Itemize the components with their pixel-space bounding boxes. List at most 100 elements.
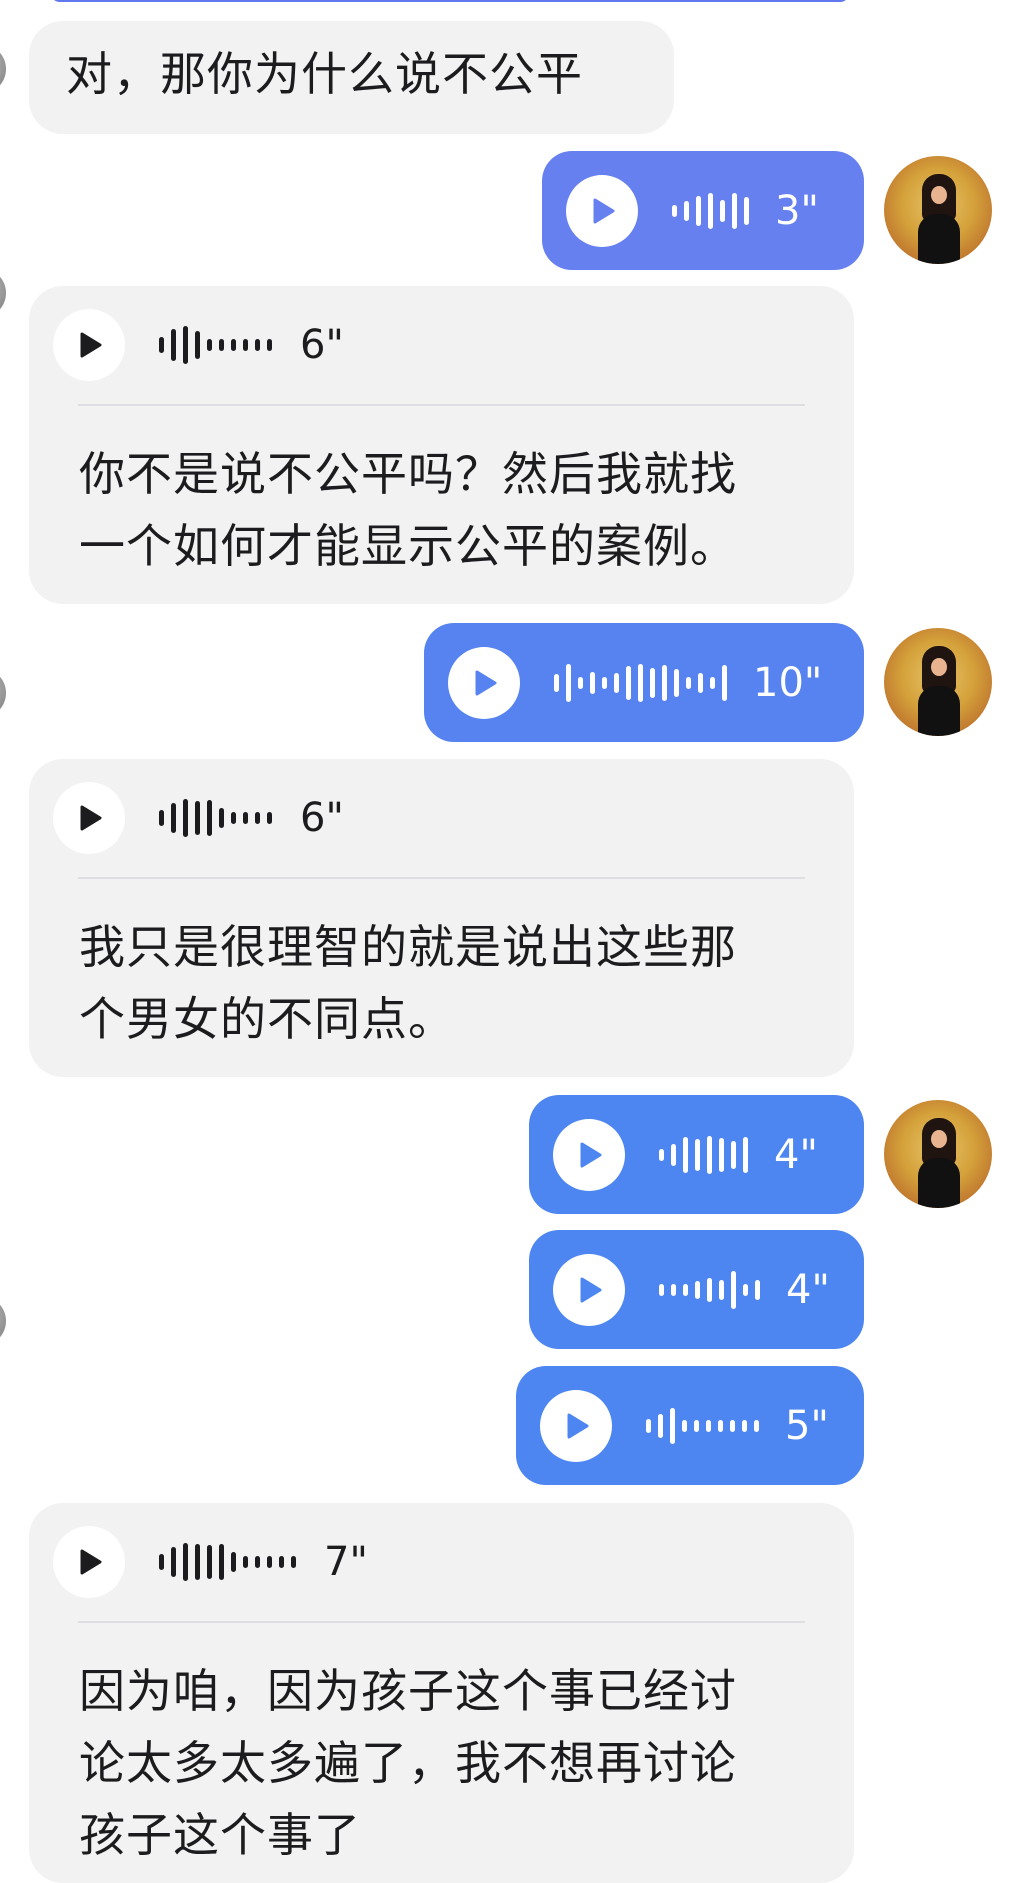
voice-duration: 7"	[324, 1539, 368, 1585]
waveform	[646, 1406, 759, 1446]
voice-duration: 3"	[775, 187, 819, 234]
waveform-bar	[159, 810, 164, 826]
my-avatar[interactable]	[884, 628, 992, 736]
waveform-bar	[207, 339, 212, 351]
transcript-line: 孩子这个事了	[79, 1808, 361, 1862]
play-button[interactable]	[540, 1389, 612, 1462]
waveform-bar	[566, 663, 571, 702]
play-icon	[593, 198, 615, 223]
play-button[interactable]	[553, 1118, 625, 1191]
previous-outgoing-bubble[interactable]	[50, 0, 850, 2]
play-button[interactable]	[53, 782, 125, 854]
waveform-bar	[719, 1279, 724, 1300]
voice-message: 3"	[566, 174, 819, 247]
my-avatar[interactable]	[884, 156, 992, 264]
waveform-bar	[195, 1544, 200, 1580]
incoming-voice-bubble[interactable]: 6" 我只是很理智的就是说出这些那 个男女的不同点。	[29, 759, 854, 1077]
waveform-bar	[694, 1419, 699, 1432]
waveform-bar	[159, 337, 164, 353]
transcript-line: 论太多太多遍了，我不想再讨论	[79, 1736, 737, 1790]
voice-transcript[interactable]: 因为咱，因为孩子这个事已经讨 论太多太多遍了，我不想再讨论 孩子这个事了	[79, 1655, 824, 1871]
waveform-bar	[671, 1143, 676, 1166]
waveform-bar	[195, 331, 200, 359]
voice-message: 6"	[53, 309, 344, 381]
voice-transcript[interactable]: 我只是很理智的就是说出这些那 个男女的不同点。	[79, 911, 824, 1055]
outgoing-voice-bubble[interactable]: 4"	[529, 1095, 864, 1214]
waveform-bar	[159, 1554, 164, 1570]
play-icon	[567, 1413, 589, 1438]
transcript-line: 你不是说不公平吗？然后我就找	[79, 447, 737, 501]
voice-message: 7"	[53, 1526, 368, 1598]
play-button[interactable]	[566, 174, 638, 247]
voice-duration: 5"	[785, 1402, 829, 1449]
voice-duration: 6"	[300, 322, 344, 368]
waveform-bar	[718, 1419, 723, 1432]
contact-avatar[interactable]	[0, 268, 6, 318]
waveform-bar	[696, 195, 701, 226]
outgoing-voice-bubble[interactable]: 5"	[516, 1366, 864, 1485]
transcript-line: 一个如何才能显示公平的案例。	[79, 519, 737, 573]
waveform-bar	[743, 1283, 748, 1296]
voice-duration: 4"	[786, 1266, 830, 1313]
waveform-bar	[255, 812, 260, 824]
voice-duration: 4"	[774, 1131, 818, 1178]
waveform-bar	[719, 1137, 724, 1172]
waveform-bar	[207, 1545, 212, 1579]
play-icon	[580, 1142, 602, 1167]
waveform-bar	[755, 1279, 760, 1300]
message-text: 对，那你为什么说不公平	[66, 47, 583, 101]
waveform-bar	[646, 1418, 651, 1433]
waveform-bar	[267, 1556, 272, 1568]
waveform-bar	[682, 1419, 687, 1432]
waveform-bar	[255, 1556, 260, 1568]
waveform-bar	[267, 339, 272, 351]
play-button[interactable]	[53, 1526, 125, 1598]
transcript-line: 我只是很理智的就是说出这些那	[79, 920, 737, 974]
transcript-divider	[78, 404, 805, 406]
waveform-bar	[231, 1552, 236, 1572]
waveform-bar	[243, 812, 248, 824]
waveform-bar	[720, 199, 725, 222]
transcript-line: 个男女的不同点。	[79, 992, 455, 1046]
incoming-voice-bubble[interactable]: 7" 因为咱，因为孩子这个事已经讨 论太多太多遍了，我不想再讨论 孩子这个事了	[29, 1503, 854, 1883]
play-icon	[80, 805, 102, 831]
contact-avatar[interactable]	[0, 668, 6, 718]
contact-avatar[interactable]	[0, 1296, 6, 1346]
waveform-bar	[731, 1270, 736, 1309]
play-icon	[475, 670, 497, 695]
waveform-bar	[171, 803, 176, 833]
transcript-divider	[78, 877, 805, 879]
outgoing-voice-bubble[interactable]: 3"	[542, 151, 864, 270]
waveform-bar	[742, 1419, 747, 1432]
waveform	[672, 191, 749, 231]
play-button[interactable]	[53, 309, 125, 381]
play-button[interactable]	[553, 1253, 625, 1326]
voice-message: 4"	[553, 1253, 830, 1326]
waveform-bar	[674, 668, 679, 697]
waveform-bar	[626, 665, 631, 700]
waveform-bar	[650, 667, 655, 698]
waveform-bar	[698, 672, 703, 693]
waveform	[659, 1135, 748, 1175]
play-button[interactable]	[448, 646, 520, 719]
waveform-bar	[243, 1556, 248, 1568]
contact-avatar[interactable]	[0, 44, 6, 94]
waveform-bar	[754, 1419, 759, 1432]
waveform-bar	[707, 1277, 712, 1302]
waveform-bar	[658, 1413, 663, 1438]
waveform	[159, 325, 272, 365]
voice-transcript[interactable]: 你不是说不公平吗？然后我就找 一个如何才能显示公平的案例。	[79, 438, 824, 582]
incoming-text-bubble[interactable]: 对，那你为什么说不公平	[29, 21, 674, 134]
incoming-voice-bubble[interactable]: 6" 你不是说不公平吗？然后我就找 一个如何才能显示公平的案例。	[29, 286, 854, 604]
play-icon	[80, 332, 102, 358]
waveform-bar	[686, 676, 691, 689]
waveform-bar	[744, 196, 749, 225]
waveform-bar	[662, 664, 667, 701]
play-icon	[80, 1549, 102, 1575]
my-avatar[interactable]	[884, 1100, 992, 1208]
chat-thread: 对，那你为什么说不公平 3" 6" 你不是说不公平吗？然后我就找 一个如何才能显…	[0, 0, 1031, 1883]
outgoing-voice-bubble[interactable]: 10"	[424, 623, 864, 742]
waveform-bar	[602, 676, 607, 689]
voice-duration: 10"	[753, 659, 823, 706]
outgoing-voice-bubble[interactable]: 4"	[529, 1230, 864, 1349]
